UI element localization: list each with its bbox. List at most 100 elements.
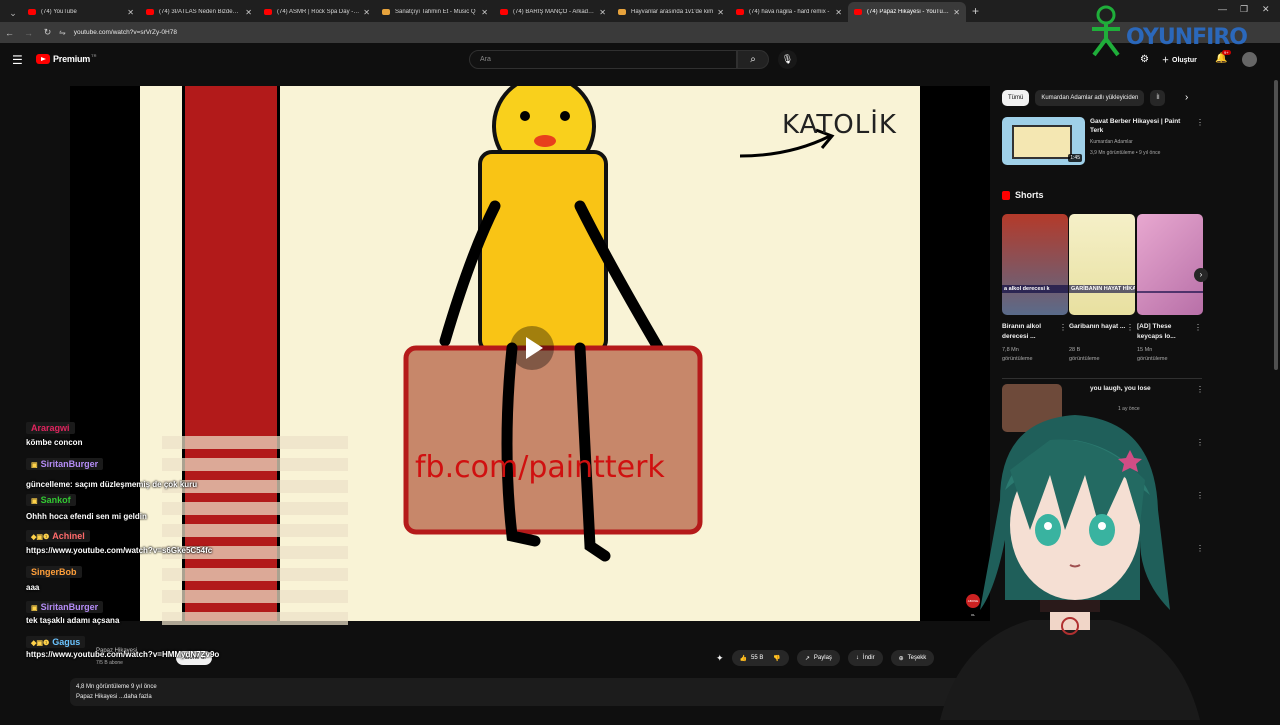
recommended-title[interactable]: Gavat Berber Hikayesi | Paint Terk: [1090, 117, 1190, 135]
chevron-right-icon[interactable]: ›: [1185, 92, 1188, 103]
search-input[interactable]: Ara: [469, 50, 737, 69]
browser-tab[interactable]: (74) YouTube ✕: [22, 2, 140, 22]
browser-tab[interactable]: (74) ASMR | Rock Spa Day - Yo ✕: [258, 2, 376, 22]
overlay-stripe: [162, 612, 348, 625]
short-title[interactable]: [AD] These keycaps lo...: [1137, 322, 1195, 342]
chat-username: ▣ SiritanBurger: [26, 458, 104, 470]
short-caption: a alkol derecesi k: [1002, 285, 1068, 293]
youtube-favicon-icon: [736, 9, 744, 15]
overlay-stripe: [162, 568, 348, 581]
voice-search-icon[interactable]: 🎙: [778, 50, 797, 69]
short-thumbnail[interactable]: GARİBANIN HAYAT HİKAYESİ: [1069, 214, 1135, 315]
short-view-count: 15 Mn: [1137, 347, 1153, 353]
filter-chip[interactable]: İl: [1150, 90, 1166, 106]
watermark-figure-icon: [1092, 5, 1120, 57]
site-favicon-icon: [618, 9, 626, 15]
chat-username: SingerBob: [26, 566, 82, 578]
tab-search-icon[interactable]: ⌄: [4, 4, 22, 22]
filter-chip[interactable]: Tümü: [1002, 90, 1030, 106]
short-view-count: 7,8 Mn: [1002, 347, 1019, 353]
chat-badge-icon: ◆▣❶: [31, 534, 50, 541]
chat-name-text: Achinel: [52, 531, 85, 541]
close-tab-icon[interactable]: ✕: [835, 8, 842, 17]
overlay-stripe: [162, 524, 348, 537]
overlay-stripe: [162, 502, 348, 515]
more-options-icon[interactable]: ⋮: [1126, 323, 1134, 332]
sparkle-icon[interactable]: ✦: [716, 653, 724, 664]
stream-chat-overlay: Araragwi kömbe concon ▣ SiritanBurger güncel…: [22, 398, 348, 678]
search-icon: ⌕: [750, 54, 756, 65]
short-thumbnail[interactable]: [1137, 214, 1203, 315]
back-icon[interactable]: ←: [0, 28, 19, 38]
short-view-label: görüntüleme: [1069, 356, 1100, 362]
youtube-premium-logo[interactable]: Premium TR: [36, 52, 97, 64]
chat-name-text: Sankof: [40, 495, 71, 505]
scrollbar[interactable]: [1274, 80, 1278, 370]
share-button[interactable]: ↗ Paylaş: [796, 650, 840, 666]
menu-icon[interactable]: ☰: [12, 53, 23, 67]
chat-username: ▣ Sankof: [26, 494, 76, 506]
close-tab-icon[interactable]: ✕: [717, 8, 724, 17]
recommended-thumbnail[interactable]: 1:45: [1002, 117, 1085, 165]
chat-name-text: SiritanBurger: [40, 459, 99, 469]
close-tab-icon[interactable]: ✕: [127, 8, 134, 17]
logo-country: TR: [91, 52, 97, 58]
tab-title: Hayvanlar arasında 1v1'de kim: [631, 9, 714, 15]
search-button[interactable]: ⌕: [737, 50, 769, 69]
shorts-header: Shorts: [1002, 190, 1044, 200]
download-button[interactable]: ↓ İndir: [847, 650, 883, 666]
close-tab-icon[interactable]: ✕: [363, 8, 370, 17]
download-icon: ↓: [855, 655, 859, 661]
dislike-icon[interactable]: 👎: [773, 655, 780, 662]
short-view-label: görüntüleme: [1137, 356, 1168, 362]
reload-icon[interactable]: ↻: [38, 27, 57, 38]
chat-username: ◆▣❶ Achinel: [26, 530, 90, 542]
more-options-icon[interactable]: ⋮: [1059, 323, 1067, 332]
browser-tab[interactable]: Hayvanlar arasında 1v1'de kim ✕: [612, 2, 730, 22]
chat-message: Ohhh hoca efendi sen mi geldin: [26, 512, 147, 521]
tab-title: (74) BARIŞ MANÇO - Arkadaşı: [513, 9, 596, 15]
short-views: 7,8 Mn görüntüleme: [1002, 346, 1033, 364]
filter-chip[interactable]: Kumardan Adamlar adlı yükleyiciden: [1035, 90, 1145, 106]
browser-tab[interactable]: (74) hava nagila - hard remix - ✕: [730, 2, 848, 22]
short-caption: [1137, 291, 1203, 293]
short-title[interactable]: Biranın alkol derecesi ...: [1002, 322, 1060, 342]
browser-tab[interactable]: Sanatçıyı Tahmin Et - Music Q ✕: [376, 2, 494, 22]
close-tab-icon[interactable]: ✕: [481, 8, 488, 17]
chat-message: tek taşaklı adamı açsana: [26, 616, 120, 625]
filter-chips: Tümü Kumardan Adamlar adlı yükleyiciden İl: [1002, 90, 1166, 106]
download-label: İndir: [862, 655, 875, 661]
recommended-channel[interactable]: Kumardan Adamlar: [1090, 139, 1133, 145]
url-field[interactable]: youtube.com/watch?v=srVrZy-0H78: [74, 29, 177, 36]
close-tab-icon[interactable]: ✕: [245, 8, 252, 17]
chat-name-text: SiritanBurger: [40, 602, 99, 612]
close-tab-icon[interactable]: ✕: [953, 8, 960, 17]
like-button[interactable]: 👍 55 B 👎: [731, 650, 789, 666]
tab-list: (74) YouTube ✕ (74) 3I/ATLAS Neden Bizden …: [22, 2, 966, 22]
site-info-icon[interactable]: ⇋: [59, 28, 66, 37]
short-views: 28 B görüntüleme: [1069, 346, 1100, 364]
close-tab-icon[interactable]: ✕: [599, 8, 606, 17]
description-box[interactable]: 4,8 Mn görüntüleme 9 yıl önce Papaz Hika…: [70, 678, 990, 706]
short-title[interactable]: Garibanın hayat ...: [1069, 322, 1127, 332]
description-meta: 4,8 Mn görüntüleme 9 yıl önce: [76, 684, 157, 690]
overlay-url-text: fb.com/paintterk: [415, 450, 665, 485]
overlay-stripe: [162, 458, 348, 471]
new-tab-button[interactable]: +: [966, 4, 985, 22]
more-options-icon[interactable]: ⋮: [1194, 323, 1202, 332]
browser-tab[interactable]: (74) BARIŞ MANÇO - Arkadaşı ✕: [494, 2, 612, 22]
more-options-icon[interactable]: ⋮: [1196, 118, 1204, 127]
shorts-next-icon[interactable]: ›: [1194, 268, 1208, 282]
chat-message: https://www.youtube.com/watch?v=HMMydN7Z…: [26, 650, 220, 659]
browser-tab[interactable]: (74) Papaz Hikayesi - YouTube ✕: [848, 2, 966, 22]
browser-tab[interactable]: (74) 3I/ATLAS Neden Bizden G ✕: [140, 2, 258, 22]
short-thumbnail[interactable]: a alkol derecesi k: [1002, 214, 1068, 315]
site-favicon-icon: [382, 9, 390, 15]
chat-badge-icon: ◆▣❶: [31, 640, 50, 647]
logo-text: Premium: [53, 54, 91, 64]
forward-icon[interactable]: →: [19, 28, 38, 38]
chat-username: ◆▣❶ Gagus: [26, 636, 86, 648]
tab-title: (74) hava nagila - hard remix -: [749, 9, 830, 15]
play-icon[interactable]: [510, 326, 554, 370]
shorts-title: Shorts: [1015, 190, 1044, 200]
